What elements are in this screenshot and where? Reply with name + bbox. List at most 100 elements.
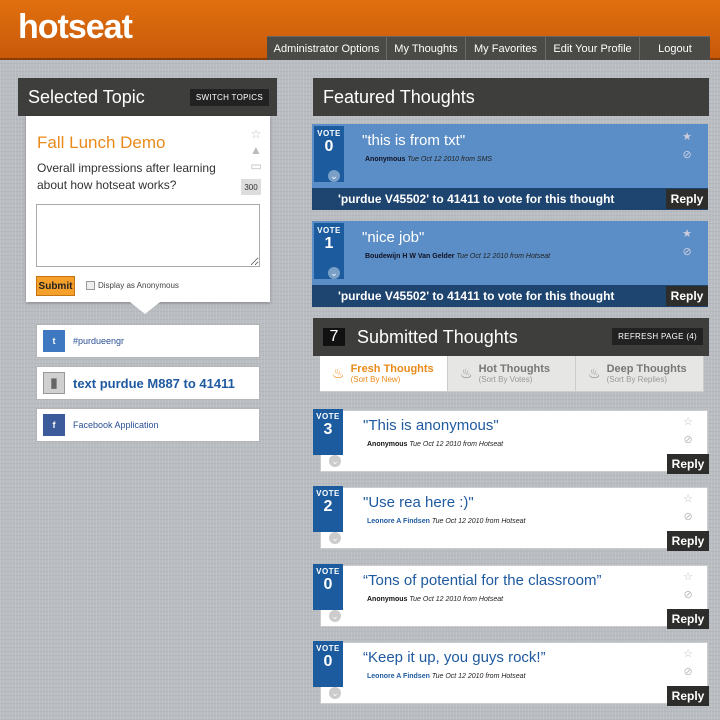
vote-label: VOTE bbox=[316, 567, 340, 576]
star-icon[interactable]: ★ bbox=[682, 128, 692, 146]
facebook-link[interactable]: f Facebook Application bbox=[36, 408, 260, 442]
flame-icon: ♨ bbox=[332, 365, 345, 381]
vote-count: 0 bbox=[323, 576, 333, 593]
thought-date: Tue Oct 12 2010 from Hotseat bbox=[431, 518, 526, 525]
vote-box[interactable]: VOTE 0 bbox=[313, 564, 343, 610]
thought-date: Tue Oct 12 2010 from Hotseat bbox=[409, 441, 504, 448]
thought-text: “Keep it up, you guys rock!” bbox=[363, 649, 546, 666]
vote-label: VOTE bbox=[316, 644, 340, 653]
thought-input[interactable] bbox=[36, 204, 260, 267]
reply-button[interactable]: Reply bbox=[667, 686, 709, 706]
tab-subtitle: (Sort By Replies) bbox=[606, 375, 668, 384]
block-icon[interactable]: ⊘ bbox=[682, 243, 692, 261]
chevron-down-icon[interactable]: ⌄ bbox=[329, 610, 341, 622]
star-icon[interactable]: ☆ bbox=[683, 490, 693, 508]
anonymous-checkbox[interactable] bbox=[86, 281, 95, 290]
nav-logout[interactable]: Logout bbox=[640, 37, 710, 60]
submitted-thought: VOTE 0 ⌄ “Tons of potential for the class… bbox=[313, 564, 709, 629]
featured-thoughts-title: Featured Thoughts bbox=[323, 86, 475, 107]
featured-thought: VOTE 0 ⌄ "this is from txt" Anonymous Tue… bbox=[312, 124, 708, 210]
reply-button[interactable]: Reply bbox=[666, 286, 708, 306]
vote-count: 0 bbox=[324, 138, 334, 155]
sort-tabs: ♨ Fresh Thoughts (Sort By New) ♨ Hot Though… bbox=[320, 356, 704, 392]
facebook-icon: f bbox=[43, 414, 65, 436]
anonymous-option[interactable]: Display as Anonymous bbox=[86, 281, 179, 290]
vote-count: 1 bbox=[324, 235, 334, 252]
star-icon[interactable]: ★ bbox=[682, 225, 692, 243]
reply-button[interactable]: Reply bbox=[666, 189, 708, 209]
block-icon[interactable]: ⊘ bbox=[683, 586, 693, 604]
submit-button[interactable]: Submit bbox=[36, 276, 75, 296]
sms-text: text purdue M887 to 41411 bbox=[73, 375, 235, 391]
chevron-down-icon[interactable]: ⌄ bbox=[329, 532, 341, 544]
vote-box[interactable]: VOTE 3 bbox=[313, 409, 343, 455]
lock-icon[interactable]: ▲ bbox=[248, 142, 264, 158]
submitted-thought: VOTE 3 ⌄ "This is anonymous" Anonymous Tu… bbox=[313, 409, 709, 474]
anonymous-label: Display as Anonymous bbox=[98, 281, 179, 290]
selected-topic-header: Selected Topic SWITCH TOPICS bbox=[18, 78, 277, 116]
nav-my-thoughts[interactable]: My Thoughts bbox=[387, 37, 466, 60]
main-nav: Administrator Options My Thoughts My Fav… bbox=[267, 36, 710, 60]
thought-meta: Anonymous Tue Oct 12 2010 from Hotseat bbox=[367, 441, 503, 448]
chevron-down-icon[interactable]: ⌄ bbox=[329, 455, 341, 467]
vote-label: VOTE bbox=[316, 489, 340, 498]
submitted-thoughts-title: Submitted Thoughts bbox=[357, 326, 518, 347]
thought-author: Anonymous bbox=[367, 441, 408, 448]
block-icon[interactable]: ⊘ bbox=[683, 663, 693, 681]
star-icon[interactable]: ☆ bbox=[683, 568, 693, 586]
sms-vote-bar: 'purdue V45502' to 41411 to vote for thi… bbox=[312, 285, 708, 307]
chevron-down-icon[interactable]: ⌄ bbox=[328, 267, 340, 279]
flame-icon: ♨ bbox=[460, 365, 473, 381]
thought-tools: ★ ⊘ bbox=[682, 128, 692, 164]
topic-description: Overall impressions after learning about… bbox=[37, 161, 216, 192]
twitter-link[interactable]: t #purdueengr bbox=[36, 324, 260, 358]
tab-fresh-thoughts[interactable]: ♨ Fresh Thoughts (Sort By New) bbox=[320, 356, 448, 391]
switch-topics-button[interactable]: SWITCH TOPICS bbox=[189, 89, 269, 106]
sms-instructions: ▮ text purdue M887 to 41411 bbox=[36, 366, 260, 400]
chevron-down-icon[interactable]: ⌄ bbox=[328, 170, 340, 182]
thought-date: Tue Oct 12 2010 from Hotseat bbox=[456, 253, 551, 260]
refresh-page-button[interactable]: REFRESH PAGE (4) bbox=[612, 328, 703, 345]
reply-button[interactable]: Reply bbox=[667, 531, 709, 551]
topic-card: Fall Lunch Demo Overall impressions afte… bbox=[26, 116, 270, 302]
tab-subtitle: (Sort By New) bbox=[350, 375, 401, 384]
thought-author: Leonore A Findsen bbox=[367, 518, 430, 525]
chevron-down-icon[interactable]: ⌄ bbox=[329, 687, 341, 699]
thought-tools: ☆ ⊘ bbox=[683, 490, 693, 526]
sms-vote-bar: 'purdue V45502' to 41411 to vote for thi… bbox=[312, 188, 708, 210]
twitter-icon: t bbox=[43, 330, 65, 352]
thought-author: Anonymous bbox=[365, 156, 406, 163]
vote-box[interactable]: VOTE 2 bbox=[313, 486, 343, 532]
vote-box[interactable]: VOTE 0 bbox=[313, 641, 343, 687]
monitor-icon[interactable]: ▭ bbox=[248, 158, 264, 174]
block-icon[interactable]: ⊘ bbox=[683, 431, 693, 449]
nav-my-favorites[interactable]: My Favorites bbox=[466, 37, 546, 60]
character-counter: 300 bbox=[241, 179, 261, 195]
reply-button[interactable]: Reply bbox=[667, 454, 709, 474]
thought-tools: ★ ⊘ bbox=[682, 225, 692, 261]
block-icon[interactable]: ⊘ bbox=[683, 508, 693, 526]
nav-administrator-options[interactable]: Administrator Options bbox=[267, 37, 387, 60]
sms-vote-text: 'purdue V45502' to 41411 to vote for thi… bbox=[338, 192, 615, 206]
star-icon[interactable]: ☆ bbox=[683, 645, 693, 663]
submitted-thoughts-header: 7 Submitted Thoughts REFRESH PAGE (4) bbox=[313, 318, 709, 356]
vote-count: 3 bbox=[323, 421, 333, 438]
submitted-thought: VOTE 2 ⌄ "Use rea here :)" Leonore A Find… bbox=[313, 486, 709, 551]
thought-date: Tue Oct 12 2010 from Hotseat bbox=[431, 673, 526, 680]
thought-text: "Use rea here :)" bbox=[363, 494, 474, 511]
thought-tools: ☆ ⊘ bbox=[683, 413, 693, 449]
reply-button[interactable]: Reply bbox=[667, 609, 709, 629]
nav-edit-profile[interactable]: Edit Your Profile bbox=[546, 37, 640, 60]
block-icon[interactable]: ⊘ bbox=[682, 146, 692, 164]
star-icon[interactable]: ☆ bbox=[683, 413, 693, 431]
tab-hot-thoughts[interactable]: ♨ Hot Thoughts (Sort By Votes) bbox=[448, 356, 576, 391]
tab-deep-thoughts[interactable]: ♨ Deep Thoughts (Sort By Replies) bbox=[576, 356, 704, 391]
star-icon[interactable]: ☆ bbox=[248, 126, 264, 142]
selected-topic-title: Selected Topic bbox=[28, 86, 145, 107]
hotseat-logo[interactable]: hotseat bbox=[18, 8, 133, 47]
phone-icon: ▮ bbox=[43, 372, 65, 394]
topic-title: Fall Lunch Demo bbox=[37, 133, 166, 152]
thought-text: "This is anonymous" bbox=[363, 417, 499, 434]
thought-author: Anonymous bbox=[367, 596, 408, 603]
tab-title: Hot Thoughts bbox=[478, 363, 551, 375]
